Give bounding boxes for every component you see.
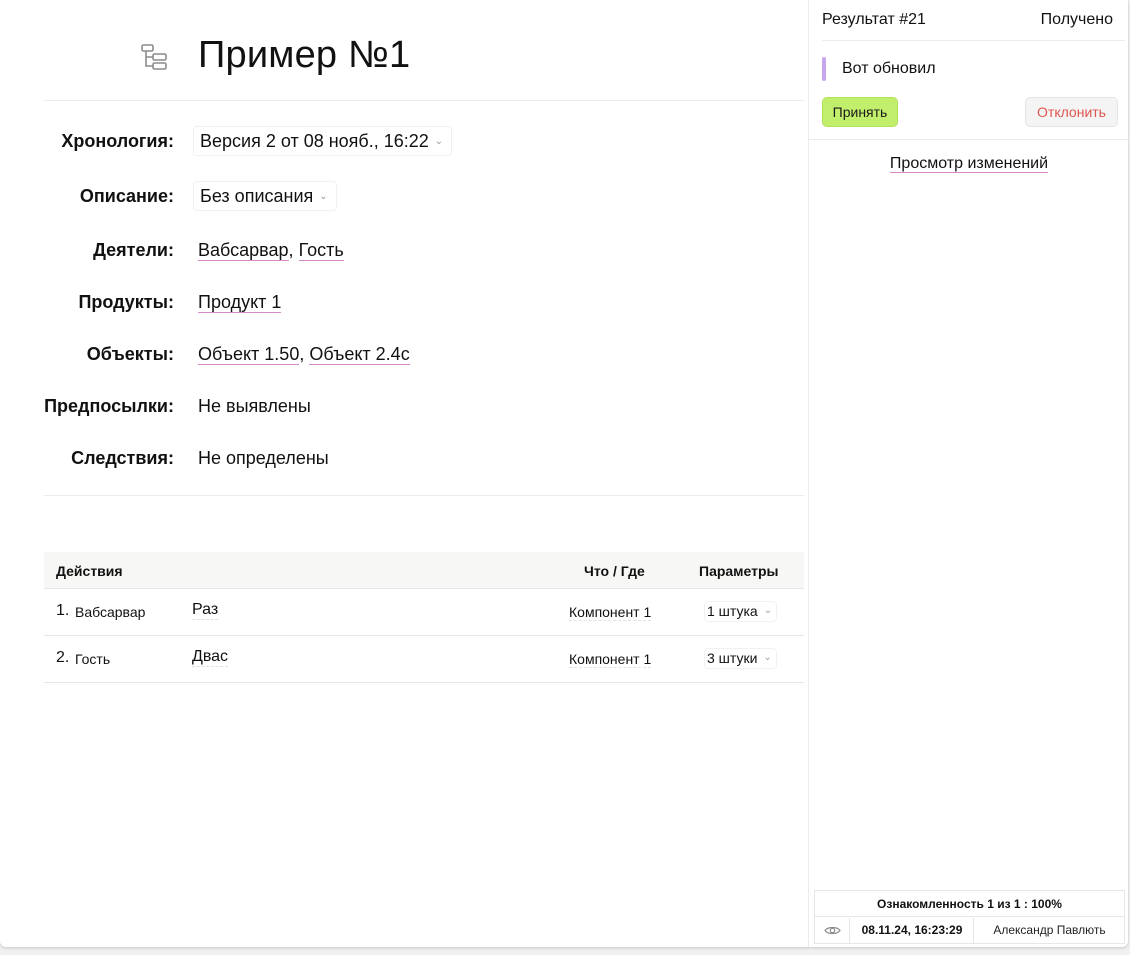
field-label: Описание: <box>79 186 174 206</box>
actors-list: Вабсарвар, Гость <box>198 240 344 261</box>
row-param-value: 3 штуки <box>707 650 758 666</box>
row-actor: Вабсарвар <box>75 604 146 620</box>
app-window: Пример №1 Хронология: Версия 2 от 08 ноя… <box>0 0 1129 947</box>
divider <box>44 495 804 496</box>
reject-button[interactable]: Отклонить <box>1025 97 1118 127</box>
field-label: Предпосылки: <box>44 396 174 416</box>
field-label: Объекты: <box>86 344 174 364</box>
row-param-dropdown[interactable]: 3 штуки ⌄ <box>704 648 777 669</box>
divider <box>44 100 804 101</box>
field-actors: Деятели: Вабсарвар, Гость <box>0 235 808 265</box>
row-action[interactable]: Раз <box>192 601 219 620</box>
row-param-dropdown[interactable]: 1 штука ⌄ <box>704 601 778 622</box>
chevron-down-icon: ⌄ <box>434 136 444 147</box>
column-header-what-where: Что / Где <box>584 563 645 579</box>
eye-icon <box>815 918 850 943</box>
column-header-params: Параметры <box>699 563 779 579</box>
table-row: 1. Вабсарвар Раз Компонент 1 1 штука ⌄ <box>44 589 804 636</box>
row-number: 1. <box>56 602 70 619</box>
view-changes-row: Просмотр изменений <box>809 155 1129 173</box>
field-label: Деятели: <box>93 240 174 260</box>
field-products: Продукты: Продукт 1 <box>0 287 808 317</box>
description-dropdown[interactable]: Без описания ⌄ <box>193 181 337 211</box>
field-description: Описание: Без описания ⌄ <box>0 181 808 211</box>
field-chronology: Хронология: Версия 2 от 08 нояб., 16:22 ⌄ <box>0 126 808 156</box>
row-param-value: 1 штука <box>707 603 758 619</box>
acknowledgement-user: Александр Павлють <box>993 923 1106 937</box>
result-title: Результат #21 <box>822 11 926 28</box>
acknowledgement-summary: Ознакомленность 1 из 1 : 100% <box>815 891 1124 917</box>
field-label: Продукты: <box>78 292 174 312</box>
view-changes-link[interactable]: Просмотр изменений <box>889 155 1049 173</box>
row-action[interactable]: Двас <box>192 648 229 667</box>
separator: , <box>288 240 294 260</box>
result-comment: Вот обновил <box>842 60 936 77</box>
accept-button[interactable]: Принять <box>822 97 898 127</box>
result-status: Получено <box>1040 11 1113 28</box>
product-link[interactable]: Продукт 1 <box>198 292 282 313</box>
acknowledgement-date: 08.11.24, 16:23:29 <box>851 918 974 943</box>
divider <box>822 40 1125 41</box>
objects-list: Объект 1.50, Объект 2.4с <box>198 344 410 365</box>
chronology-value: Версия 2 от 08 нояб., 16:22 <box>200 131 429 151</box>
row-component[interactable]: Компонент 1 <box>569 651 652 668</box>
field-label: Следствия: <box>71 448 174 468</box>
chronology-dropdown[interactable]: Версия 2 от 08 нояб., 16:22 ⌄ <box>193 126 453 156</box>
products-list: Продукт 1 <box>198 292 282 313</box>
tree-structure-icon[interactable] <box>140 44 168 70</box>
consequences-value: Не определены <box>198 448 329 468</box>
field-label: Хронология: <box>61 131 174 151</box>
result-header: Результат #21 Получено <box>809 0 1129 40</box>
actor-link[interactable]: Вабсарвар <box>198 240 289 261</box>
table-row: 2. Гость Двас Компонент 1 3 штуки ⌄ <box>44 636 804 683</box>
field-preconditions: Предпосылки: Не выявлены <box>0 391 808 421</box>
acknowledgement-table: Ознакомленность 1 из 1 : 100% 08.11.24, … <box>814 890 1125 944</box>
row-number: 2. <box>56 649 70 666</box>
chevron-down-icon: ⌄ <box>763 652 772 663</box>
comment-accent-bar <box>822 57 826 81</box>
description-value: Без описания <box>200 186 314 206</box>
field-objects: Объекты: Объект 1.50, Объект 2.4с <box>0 339 808 369</box>
row-component[interactable]: Компонент 1 <box>569 604 652 621</box>
result-panel: Результат #21 Получено Вот обновил Приня… <box>808 0 1129 947</box>
row-actor: Гость <box>75 651 111 667</box>
field-consequences: Следствия: Не определены <box>0 443 808 473</box>
main-panel: Пример №1 Хронология: Версия 2 от 08 ноя… <box>0 0 808 947</box>
separator: , <box>299 344 305 364</box>
title-row: Пример №1 <box>0 0 808 100</box>
table-header: Действия Что / Где Параметры <box>44 552 804 589</box>
preconditions-value: Не выявлены <box>198 396 311 416</box>
column-header-actions: Действия <box>56 563 123 579</box>
chevron-down-icon: ⌄ <box>763 605 773 616</box>
object-link[interactable]: Объект 2.4с <box>309 344 410 365</box>
page-title: Пример №1 <box>198 34 411 76</box>
object-link[interactable]: Объект 1.50 <box>198 344 300 365</box>
actor-link[interactable]: Гость <box>298 240 344 261</box>
chevron-down-icon: ⌄ <box>319 191 328 202</box>
divider <box>809 139 1129 140</box>
